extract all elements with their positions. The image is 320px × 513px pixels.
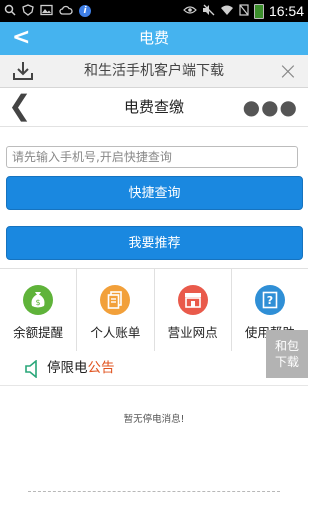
notice-title-prefix: 停限电 bbox=[47, 360, 88, 376]
page-title: 电费 bbox=[138, 29, 169, 47]
svg-text:$: $ bbox=[36, 298, 41, 307]
feature-grid: $ 余额提醒 个人账单 营业网点 ? bbox=[0, 268, 308, 352]
close-banner-button[interactable]: × bbox=[278, 57, 298, 85]
svg-text:?: ? bbox=[267, 294, 273, 307]
status-icons-right: 16:54 bbox=[183, 3, 308, 19]
status-icons-left: i bbox=[0, 3, 91, 19]
search-icon bbox=[4, 4, 16, 19]
status-time: 16:54 bbox=[268, 3, 304, 19]
grid-item-label: 营业网点 bbox=[167, 325, 218, 340]
store-icon bbox=[177, 285, 208, 315]
more-menu-button[interactable]: ●●● bbox=[243, 97, 298, 117]
wifi-icon bbox=[220, 4, 234, 19]
help-icon: ? bbox=[254, 285, 285, 315]
phone-number-input[interactable] bbox=[6, 146, 298, 168]
download-banner[interactable]: 和生活手机客户端下载 × bbox=[0, 55, 308, 88]
empty-message: 暂无停电消息! bbox=[123, 414, 185, 425]
notice-title-highlight: 公告 bbox=[87, 360, 115, 376]
speaker-icon bbox=[24, 359, 40, 379]
eye-icon bbox=[183, 5, 197, 18]
divider bbox=[28, 491, 280, 492]
notice-title: 停限电公告 bbox=[47, 351, 115, 385]
download-icon bbox=[12, 61, 34, 81]
battery-icon bbox=[253, 3, 264, 19]
grid-item-label: 余额提醒 bbox=[13, 325, 64, 340]
info-icon: i bbox=[79, 5, 91, 17]
cloud-icon bbox=[59, 4, 73, 19]
no-signal-icon bbox=[239, 3, 249, 19]
mute-icon bbox=[202, 4, 215, 19]
banner-text[interactable]: 和生活手机客户端下载 bbox=[40, 55, 268, 87]
status-bar: i 16:54 bbox=[0, 0, 308, 22]
shield-icon bbox=[22, 3, 34, 19]
recommend-button[interactable]: 我要推荐 bbox=[6, 226, 303, 260]
grid-item-label: 个人账单 bbox=[90, 325, 141, 340]
title-bar: < 电费 bbox=[0, 22, 308, 55]
image-icon bbox=[40, 4, 53, 19]
money-bag-icon: $ bbox=[23, 285, 54, 315]
outage-notice-header: 停限电公告 bbox=[0, 351, 308, 386]
grid-item-balance-reminder[interactable]: $ 余额提醒 bbox=[0, 269, 78, 351]
grid-item-personal-bill[interactable]: 个人账单 bbox=[77, 269, 155, 351]
grid-item-service-outlets[interactable]: 营业网点 bbox=[155, 269, 232, 351]
bill-icon bbox=[100, 285, 131, 315]
hebao-download-button[interactable]: 和包 下载 bbox=[266, 330, 308, 378]
quick-query-button[interactable]: 快捷查询 bbox=[6, 176, 303, 210]
sub-nav: ❮ 电费查缴 ●●● bbox=[0, 88, 308, 127]
float-line1: 和包 bbox=[274, 339, 299, 353]
float-line2: 下载 bbox=[274, 355, 299, 369]
